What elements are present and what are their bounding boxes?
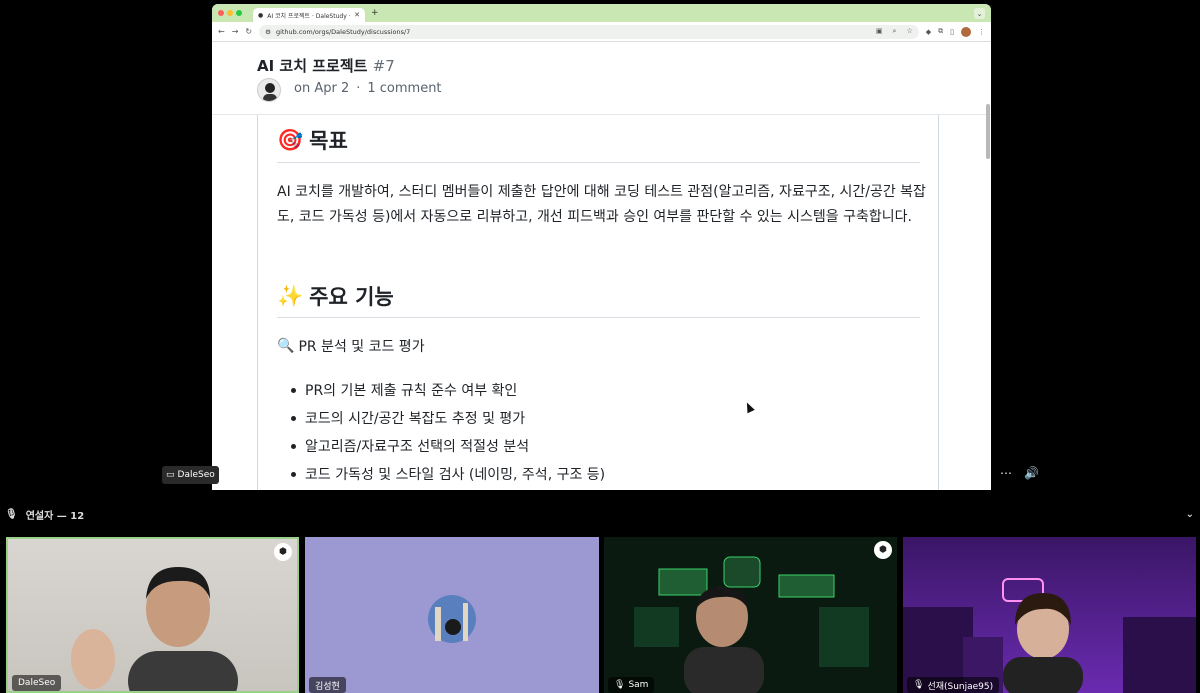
browser-tabbar: ● AI 코치 프로젝트 · DaleStudy · I ✕ + ⌄ bbox=[212, 4, 991, 22]
shared-screen-browser[interactable]: ● AI 코치 프로젝트 · DaleStudy · I ✕ + ⌄ ← → ↻… bbox=[212, 4, 991, 490]
zoom-icon[interactable]: ⌕ bbox=[893, 27, 897, 36]
profile-avatar-icon[interactable] bbox=[961, 26, 971, 37]
browser-tab-active[interactable]: ● AI 코치 프로젝트 · DaleStudy · I ✕ bbox=[253, 8, 365, 22]
github-icon: ● bbox=[258, 11, 264, 19]
presenter-label: ▭ DaleSeo bbox=[162, 466, 219, 484]
chevron-down-icon[interactable]: ⌄ bbox=[1186, 509, 1194, 520]
participant-tile[interactable]: ⬢ 🎙 Sam bbox=[604, 537, 897, 693]
participant-avatar bbox=[428, 595, 476, 643]
posted-date: on Apr 2 bbox=[294, 81, 350, 96]
subheading-pr-analysis: 🔍 PR 분석 및 코드 평가 bbox=[277, 336, 425, 356]
sidepanel-icon[interactable]: ▯ bbox=[950, 28, 954, 36]
address-toolbar: ← → ↻ ⚙ github.com/orgs/DaleStudy/discus… bbox=[212, 22, 991, 42]
zoom-window-icon[interactable] bbox=[236, 10, 242, 16]
speakers-count: 연설자 — 12 bbox=[25, 510, 85, 522]
extensions-puzzle-icon[interactable]: ⧉ bbox=[938, 27, 943, 36]
discussion-title: AI 코치 프로젝트 #7 bbox=[257, 55, 395, 76]
extension-icon[interactable]: ◆ bbox=[926, 28, 931, 36]
discussion-sticky-header: AI 코치 프로젝트 #7 on Apr 2 · 1 comment bbox=[212, 43, 991, 115]
discussion-number: #7 bbox=[372, 57, 395, 75]
close-window-icon[interactable] bbox=[218, 10, 224, 16]
new-tab-icon[interactable]: + bbox=[371, 8, 379, 18]
participant-name: 김성현 bbox=[309, 677, 346, 693]
sparkles-emoji-icon: ✨ bbox=[277, 283, 304, 308]
heading-goal-text: 목표 bbox=[309, 129, 348, 153]
list-item: 알고리즘/자료구조 선택의 적절성 분석 bbox=[291, 432, 605, 460]
participant-video bbox=[71, 567, 238, 691]
pin-icon[interactable]: ⬢ bbox=[874, 541, 892, 559]
participant-tile[interactable]: 김성현 bbox=[305, 537, 599, 693]
muted-mic-icon: 🎙 bbox=[614, 680, 626, 690]
reload-icon[interactable]: ↻ bbox=[245, 27, 252, 36]
goal-paragraph: AI 코치를 개발하여, 스터디 멤버들이 제출한 답안에 대해 코딩 테스트 … bbox=[277, 184, 926, 225]
magnifier-emoji-icon: 🔍 bbox=[277, 338, 295, 354]
heading-divider bbox=[277, 162, 920, 163]
discussion-title-text: AI 코치 프로젝트 bbox=[257, 57, 368, 75]
minimize-window-icon[interactable] bbox=[227, 10, 233, 16]
target-emoji-icon: 🎯 bbox=[277, 127, 304, 152]
mouse-cursor-icon bbox=[743, 400, 755, 414]
discussion-body: 🎯 목표 AI 코치를 개발하여, 스터디 멤버들이 제출한 답안에 대해 코딩… bbox=[257, 115, 939, 490]
participant-tile[interactable]: ⬢ DaleSeo bbox=[6, 537, 299, 693]
comment-count[interactable]: 1 comment bbox=[367, 81, 441, 96]
heading-divider bbox=[277, 317, 920, 318]
url-text: github.com/orgs/DaleStudy/discussions/7 bbox=[275, 27, 411, 36]
address-bar[interactable]: ⚙ github.com/orgs/DaleStudy/discussions/… bbox=[259, 24, 919, 39]
volume-icon[interactable]: 🔊 bbox=[1024, 466, 1039, 480]
list-item: PR의 기본 제출 규칙 준수 여부 확인 bbox=[291, 376, 605, 404]
bookmark-star-icon[interactable]: ☆ bbox=[906, 27, 912, 36]
author-avatar[interactable] bbox=[257, 78, 281, 102]
heading-features-text: 주요 기능 bbox=[309, 285, 394, 309]
site-info-icon[interactable]: ⚙ bbox=[265, 28, 271, 36]
participant-video bbox=[903, 578, 1196, 693]
heading-features: ✨ 주요 기능 bbox=[277, 281, 394, 311]
tab-title: AI 코치 프로젝트 · DaleStudy · I bbox=[267, 12, 351, 20]
screenshot-icon[interactable]: ▣ bbox=[876, 27, 883, 36]
participant-name-text: Sam bbox=[628, 680, 649, 690]
list-item: 코드 가독성 및 스타일 검사 (네이밍, 주석, 구조 등) bbox=[291, 460, 605, 488]
screen-share-icon: ▭ bbox=[166, 470, 175, 480]
pin-icon[interactable]: ⬢ bbox=[274, 543, 292, 561]
share-controls: ⋯ 🔊 bbox=[1000, 466, 1039, 480]
participant-name: DaleSeo bbox=[12, 675, 62, 691]
back-icon[interactable]: ← bbox=[218, 27, 225, 36]
discussion-meta: on Apr 2 · 1 comment bbox=[294, 81, 442, 96]
microphone-icon: 🎙 bbox=[5, 508, 18, 520]
feature-list: PR의 기본 제출 규칙 준수 여부 확인 코드의 시간/공간 복잡도 추정 및… bbox=[291, 376, 605, 488]
meta-separator: · bbox=[356, 81, 361, 96]
list-item: 코드의 시간/공간 복잡도 추정 및 평가 bbox=[291, 404, 605, 432]
participant-name-text: 선재(Sunjae95) bbox=[927, 681, 994, 692]
participant-name: 🎙 선재(Sunjae95) bbox=[907, 677, 1000, 693]
more-options-icon[interactable]: ⋯ bbox=[1000, 466, 1012, 480]
presenter-name: DaleSeo bbox=[177, 470, 215, 480]
speakers-header[interactable]: 🎙 연설자 — 12 ⌄ bbox=[0, 505, 1200, 523]
heading-goal: 🎯 목표 bbox=[277, 125, 348, 155]
close-tab-icon[interactable]: ✕ bbox=[354, 11, 360, 19]
forward-icon[interactable]: → bbox=[232, 27, 239, 36]
browser-menu-icon[interactable]: ⋮ bbox=[978, 28, 985, 36]
participant-tile[interactable]: 🎙 선재(Sunjae95) bbox=[903, 537, 1196, 693]
participant-name: 🎙 Sam bbox=[608, 677, 655, 693]
participant-video bbox=[634, 556, 869, 693]
page-scrollbar[interactable] bbox=[986, 104, 990, 159]
video-call-screen: ● AI 코치 프로젝트 · DaleStudy · I ✕ + ⌄ ← → ↻… bbox=[0, 0, 1200, 693]
muted-mic-icon: 🎙 bbox=[913, 680, 925, 690]
subheading-text: PR 분석 및 코드 평가 bbox=[298, 339, 425, 355]
tab-search-chevron-icon[interactable]: ⌄ bbox=[974, 8, 985, 19]
